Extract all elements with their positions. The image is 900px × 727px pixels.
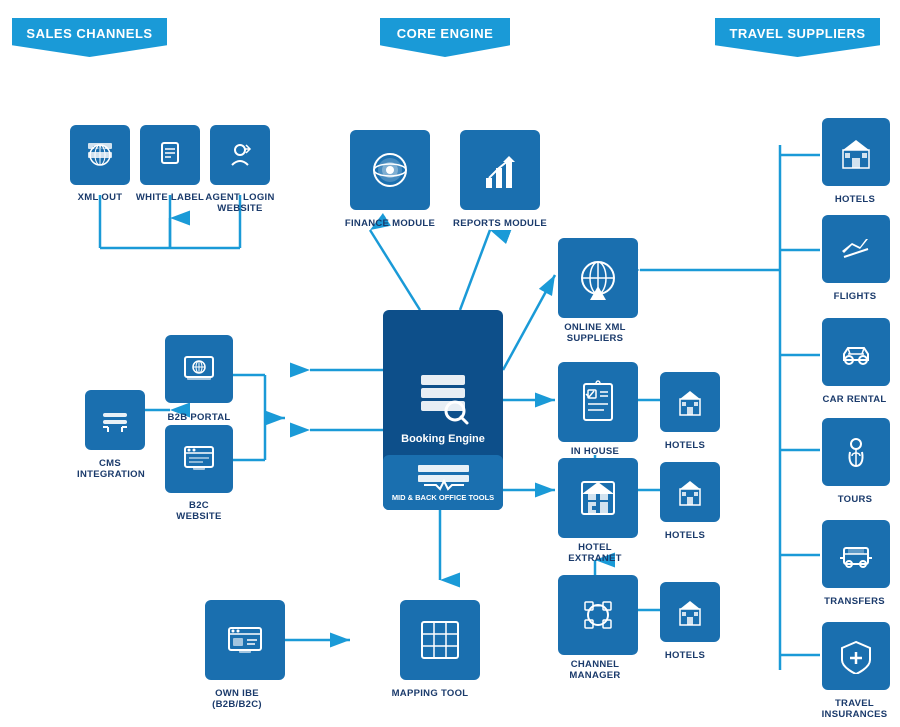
hotels-middle-2-box[interactable]	[660, 462, 720, 522]
hotel-extranet-box[interactable]	[558, 458, 638, 538]
finance-module-label: FINANCE MODULE	[340, 218, 440, 229]
cms-integration-box[interactable]	[85, 390, 145, 450]
hotels-middle-3-label: HOTELS	[652, 650, 718, 661]
agent-login-label: AGENT LOGINWEBSITE	[202, 192, 278, 215]
in-house-contracts-box[interactable]	[558, 362, 638, 442]
b2b-portal-label: B2B PORTAL	[165, 412, 233, 423]
b2b-portal-box[interactable]	[165, 335, 233, 403]
finance-module-box[interactable]	[350, 130, 430, 210]
transfers-supplier-label: TRANSFERS	[817, 596, 892, 607]
own-ibe-label: OWN IBE(B2B/B2C)	[197, 688, 277, 711]
mid-back-office-box[interactable]: MID & BACK OFFICE TOOLS	[383, 455, 503, 510]
flights-supplier-label: FLIGHTS	[820, 291, 890, 302]
hotels-middle-1-label: HOTELS	[652, 440, 718, 451]
sales-channels-banner: SALES CHANNELS	[12, 18, 167, 57]
white-label-label: WHITE LABEL	[132, 192, 208, 203]
hotels-middle-1-box[interactable]	[660, 372, 720, 432]
channel-manager-label: CHANNELMANAGER	[550, 659, 640, 682]
core-engine-banner: CORE ENGINE	[380, 18, 510, 57]
reports-module-box[interactable]	[460, 130, 540, 210]
transfers-supplier-box[interactable]	[822, 520, 890, 588]
hotels-middle-3-box[interactable]	[660, 582, 720, 642]
hotel-extranet-label: HOTELEXTRANET	[550, 542, 640, 565]
travel-insurances-supplier-box[interactable]	[822, 622, 890, 690]
travel-insurances-label: TRAVELINSURANCES	[817, 698, 892, 721]
diagram-container: SALES CHANNELS CORE ENGINE TRAVEL SUPPLI…	[0, 0, 900, 727]
online-xml-label: ONLINE XMLSUPPLIERS	[550, 322, 640, 345]
cms-integration-label: CMSINTEGRATION	[77, 458, 143, 481]
xml-out-box[interactable]: XML	[70, 125, 130, 185]
tours-supplier-box[interactable]	[822, 418, 890, 486]
white-label-box[interactable]	[140, 125, 200, 185]
reports-module-label: REPORTS MODULE	[450, 218, 550, 229]
hotels-supplier-box[interactable]	[822, 118, 890, 186]
agent-login-box[interactable]	[210, 125, 270, 185]
b2c-website-label: B2C WEBSITE	[165, 500, 233, 523]
hotels-middle-2-label: HOTELS	[652, 530, 718, 541]
online-xml-box[interactable]	[558, 238, 638, 318]
tours-supplier-label: TOURS	[824, 494, 886, 505]
mapping-tool-label: MAPPING TOOL	[390, 688, 470, 699]
channel-manager-box[interactable]	[558, 575, 638, 655]
own-ibe-box[interactable]	[205, 600, 285, 680]
hotels-supplier-label: HOTELS	[820, 194, 890, 205]
mapping-tool-box[interactable]	[400, 600, 480, 680]
car-rental-supplier-box[interactable]	[822, 318, 890, 386]
b2c-website-box[interactable]	[165, 425, 233, 493]
travel-suppliers-banner: TRAVEL SUPPLIERS	[715, 18, 880, 57]
xml-out-label: XML OUT	[62, 192, 138, 203]
car-rental-supplier-label: CAR RENTAL	[817, 394, 892, 405]
flights-supplier-box[interactable]	[822, 215, 890, 283]
